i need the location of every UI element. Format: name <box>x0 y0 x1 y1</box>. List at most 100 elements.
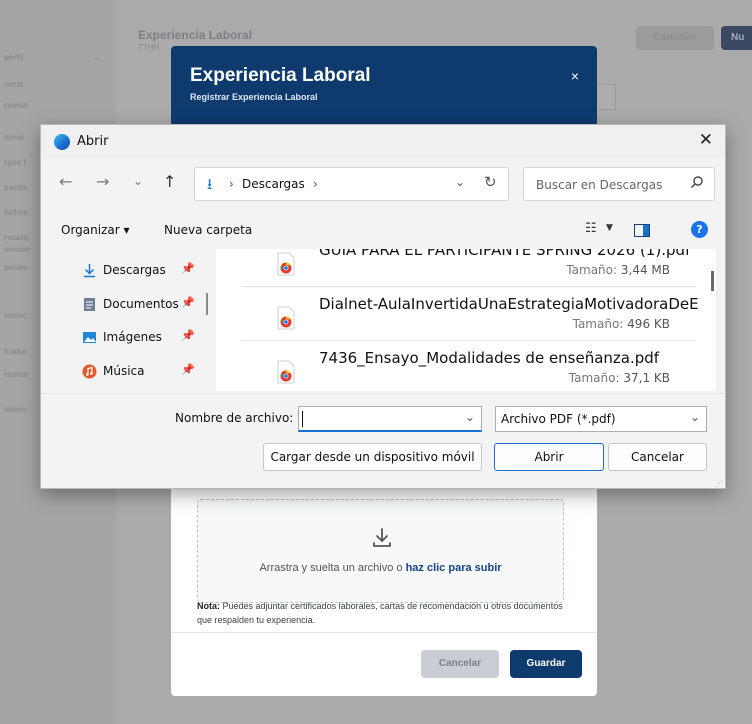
size-label: Tamaño: <box>566 263 618 277</box>
documents-icon <box>84 298 95 311</box>
breadcrumb-separator: › <box>313 177 318 191</box>
filetype-select[interactable]: Archivo PDF (*.pdf) ⌄ <box>495 406 707 432</box>
bg-page-subtitle: TTHH <box>138 43 160 52</box>
command-bar: Organizar ▾ Nueva carpeta ☷ ▼ ? <box>41 217 725 245</box>
filename-input[interactable]: ⌄ <box>298 406 482 432</box>
dialog-titlebar: Abrir ✕ <box>41 125 725 159</box>
modal-header: Experiencia Laboral Registrar Experienci… <box>171 46 597 124</box>
pin-icon: 📌 <box>181 262 195 275</box>
note-label: Nota: <box>197 601 220 611</box>
bg-page-title: Experiencia Laboral <box>138 28 253 42</box>
pictures-icon <box>83 332 96 343</box>
note-text: Nota: Puedes adjuntar certificados labor… <box>197 599 577 627</box>
download-icon <box>84 264 95 278</box>
cancel-button[interactable]: Cancelar <box>608 443 707 471</box>
sidebar-item-documentos[interactable]: Documentos 📌 <box>82 293 211 317</box>
text-caret <box>302 411 303 427</box>
breadcrumb-separator: › <box>229 177 234 191</box>
dropzone-text: Arrastra y suelta un archivo o haz clic … <box>198 562 563 574</box>
chevron-down-icon[interactable]: ⌄ <box>455 175 465 189</box>
note-body: Puedes adjuntar certificados laborales, … <box>197 601 563 625</box>
help-icon[interactable]: ? <box>691 221 708 238</box>
file-size: Tamaño: 496 KB <box>573 317 670 331</box>
sidebar-item-imagenes[interactable]: Imágenes 📌 <box>82 326 211 350</box>
search-placeholder: Buscar en Descargas <box>536 178 663 192</box>
upload-from-mobile-button[interactable]: Cargar desde un dispositivo móvil <box>263 443 482 471</box>
save-button[interactable]: Guardar <box>510 650 582 678</box>
open-file-dialog: Abrir ✕ ← → ⌄ ↑ ⭳ › Descargas › ⌄ ↻ Busc… <box>40 124 726 489</box>
dialog-bottom: Nombre de archivo: ⌄ Archivo PDF (*.pdf)… <box>41 393 725 490</box>
preview-pane-icon[interactable] <box>634 224 650 237</box>
size-value: 3,44 MB <box>620 263 670 277</box>
sidebar-item-label: Música <box>103 364 145 378</box>
modal-cancel-button[interactable]: Cancelar <box>421 650 499 678</box>
file-size: Tamaño: 37,1 KB <box>569 371 670 385</box>
upload-download-icon <box>373 528 391 547</box>
nav-pane-scrollbar[interactable] <box>206 293 208 315</box>
sidebar-item-descargas[interactable]: Descargas 📌 <box>82 259 211 283</box>
dialog-title: Abrir <box>77 134 109 149</box>
chevron-down-icon: ⌄ <box>92 52 100 62</box>
sidebar-item-label: Imágenes <box>103 330 162 344</box>
bg-new-button[interactable]: Nu <box>721 26 752 50</box>
sidebar-item-musica[interactable]: Música 📌 <box>82 360 211 384</box>
upload-link[interactable]: haz clic para subir <box>406 562 502 574</box>
search-icon <box>691 176 703 188</box>
file-dropzone[interactable]: Arrastra y suelta un archivo o haz clic … <box>197 499 564 603</box>
music-icon <box>82 364 97 379</box>
address-bar[interactable]: ⭳ › Descargas › ⌄ ↻ <box>194 167 509 201</box>
search-input[interactable]: Buscar en Descargas <box>523 167 715 201</box>
recent-locations-chevron-icon[interactable]: ⌄ <box>133 174 143 188</box>
breadcrumb-descargas[interactable]: Descargas <box>242 177 305 191</box>
sidebar-item-label: Documentos <box>103 297 179 311</box>
pin-icon: 📌 <box>181 363 195 376</box>
download-icon: ⭳ <box>207 175 213 193</box>
up-arrow-icon[interactable]: ↑ <box>163 172 176 191</box>
chevron-down-icon[interactable]: ⌄ <box>690 410 700 424</box>
close-icon[interactable]: ✕ <box>699 130 713 150</box>
refresh-icon[interactable]: ↻ <box>484 173 497 191</box>
size-value: 37,1 KB <box>623 371 670 385</box>
view-options-icon[interactable]: ☷ <box>585 221 597 236</box>
size-value: 496 KB <box>627 317 670 331</box>
pin-icon: 📌 <box>181 296 195 309</box>
new-folder-button[interactable]: Nueva carpeta <box>164 223 252 237</box>
dialog-navbar: ← → ⌄ ↑ ⭳ › Descargas › ⌄ ↻ Buscar en De… <box>41 159 725 213</box>
resize-grip-icon[interactable]: ⋰ <box>715 479 723 488</box>
file-list-scrollbar[interactable] <box>711 271 714 291</box>
modal-subtitle: Registrar Experiencia Laboral <box>190 92 318 102</box>
file-list: GUIA PARA EL PARTICIPANTE SPRING 2026 (1… <box>216 249 716 391</box>
close-icon[interactable]: × <box>571 68 579 84</box>
file-name: 7436_Ensayo_Modalidades de enseñanza.pdf <box>319 349 660 367</box>
filename-label: Nombre de archivo: <box>175 411 294 425</box>
forward-arrow-icon[interactable]: → <box>96 172 109 191</box>
pdf-chrome-file-icon <box>277 360 295 384</box>
bg-sidebar-item: rsonal <box>4 101 29 110</box>
size-label: Tamaño: <box>568 371 620 385</box>
edge-browser-icon <box>54 134 70 150</box>
file-row[interactable]: GUIA PARA EL PARTICIPANTE SPRING 2026 (1… <box>241 249 696 287</box>
modal-footer: Cancelar Guardar <box>171 632 597 696</box>
back-arrow-icon[interactable]: ← <box>59 172 72 191</box>
file-size: Tamaño: 3,44 MB <box>566 263 670 277</box>
view-dropdown-icon[interactable]: ▼ <box>606 223 613 233</box>
file-row[interactable]: 7436_Ensayo_Modalidades de enseñanza.pdf… <box>241 343 696 391</box>
file-name: Dialnet-AulaInvertidaUnaEstrategiaMotiva… <box>319 295 699 313</box>
bg-sidebar-item: neral <box>4 80 24 89</box>
navigation-pane: Descargas 📌 Documentos 📌 Imágenes 📌 Músi… <box>41 249 211 391</box>
bg-input-field <box>598 84 616 110</box>
pdf-chrome-file-icon <box>277 306 295 330</box>
bg-cancel-button[interactable]: Cancelar <box>636 26 714 50</box>
sidebar-item-label: Descargas <box>103 263 166 277</box>
pin-icon: 📌 <box>181 329 195 342</box>
chevron-down-icon[interactable]: ⌄ <box>465 410 475 424</box>
organize-button[interactable]: Organizar ▾ <box>61 223 130 237</box>
pdf-chrome-file-icon <box>277 252 295 276</box>
file-row[interactable]: Dialnet-AulaInvertidaUnaEstrategiaMotiva… <box>241 289 699 341</box>
dropzone-prefix: Arrastra y suelta un archivo o <box>259 562 406 574</box>
open-button[interactable]: Abrir <box>494 443 604 471</box>
file-name: GUIA PARA EL PARTICIPANTE SPRING 2026 (1… <box>319 249 691 259</box>
size-label: Tamaño: <box>572 317 624 331</box>
filetype-value: Archivo PDF (*.pdf) <box>501 412 616 426</box>
modal-title: Experiencia Laboral <box>190 65 371 86</box>
